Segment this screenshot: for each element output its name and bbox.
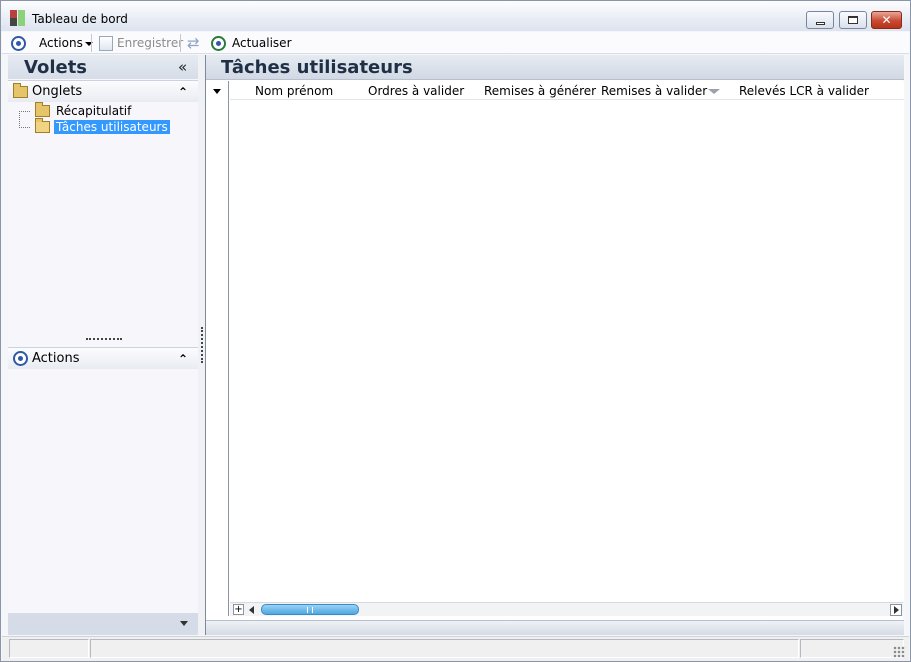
column-header-label: Remises à valider — [601, 84, 708, 98]
splitter-grip — [201, 327, 203, 363]
sync-icon: ⇄ — [187, 34, 200, 52]
thumb-grip — [307, 607, 313, 613]
column-chooser-icon[interactable] — [213, 89, 221, 94]
window-title: Tableau de bord — [32, 12, 128, 26]
sort-icon — [708, 89, 721, 94]
scroll-thumb[interactable] — [261, 604, 359, 615]
add-row-icon[interactable]: + — [233, 604, 244, 615]
close-button[interactable]: ✕ — [871, 11, 902, 29]
close-icon: ✕ — [881, 13, 892, 27]
panel-splitter[interactable] — [198, 55, 205, 635]
main-panel-footer — [206, 620, 904, 635]
column-header-nom-prenom[interactable]: Nom prénom — [255, 84, 333, 98]
chevron-down-icon[interactable] — [180, 621, 188, 626]
main-panel: Tâches utilisateurs Nom prénom Ordres à … — [205, 55, 904, 635]
row-selector-column — [206, 81, 229, 616]
collapse-group-icon[interactable]: ⌃ — [178, 350, 188, 368]
tree-connector — [19, 111, 20, 128]
folder-open-icon — [35, 118, 50, 133]
column-header-ordres-a-valider[interactable]: Ordres à valider — [368, 84, 464, 98]
tree-item-taches-utilisateurs[interactable]: Tâches utilisateurs — [30, 118, 170, 135]
tree-connector — [19, 127, 30, 128]
collapse-group-icon[interactable]: ⌃ — [178, 83, 188, 101]
tree-item-label: Tâches utilisateurs — [54, 120, 170, 134]
page-title: Tâches utilisateurs — [221, 57, 413, 78]
tree-item-recapitulatif[interactable]: Récapitulatif — [30, 102, 133, 119]
actions-menu-label: Actions — [39, 36, 83, 50]
sync-button[interactable]: ⇄ — [187, 35, 203, 51]
column-header-remises-a-valider[interactable]: Remises à valider — [601, 84, 721, 98]
tree-item-label: Récapitulatif — [56, 104, 132, 118]
status-bar — [2, 636, 909, 661]
main-panel-header: Tâches utilisateurs — [206, 55, 904, 80]
maximize-icon — [848, 16, 858, 24]
side-panel-header: Volets « — [8, 55, 198, 79]
toolbar-separator — [91, 34, 92, 52]
column-header-remises-a-generer[interactable]: Remises à générer — [484, 84, 596, 98]
resize-grip-icon[interactable] — [893, 646, 905, 658]
group-header-actions[interactable]: Actions ⌃ — [8, 347, 198, 369]
save-button[interactable]: Enregistrer — [99, 35, 183, 51]
actions-icon-button[interactable] — [11, 35, 26, 51]
save-button-label: Enregistrer — [117, 36, 184, 50]
column-header-releves-lcr-a-valider[interactable]: Relevés LCR à valider — [739, 84, 869, 98]
title-bar[interactable]: Tableau de bord ✕ — [1, 1, 910, 31]
scroll-right-icon[interactable] — [890, 604, 902, 616]
side-panel: Volets « Onglets ⌃ Récapitulatif Tâches … — [8, 55, 198, 635]
tasks-grid: Nom prénom Ordres à valider Remises à gé… — [206, 81, 904, 616]
refresh-icon — [211, 35, 226, 51]
side-panel-title: Volets — [24, 57, 88, 78]
group-resize-grip[interactable] — [86, 338, 122, 341]
grid-header: Nom prénom Ordres à valider Remises à gé… — [230, 81, 904, 100]
save-document-icon — [99, 35, 113, 51]
scroll-left-icon[interactable] — [249, 606, 254, 614]
status-cell — [800, 639, 904, 658]
refresh-button[interactable]: Actualiser — [211, 35, 292, 51]
target-icon — [13, 351, 28, 366]
refresh-button-label: Actualiser — [232, 36, 292, 50]
actions-menu-button[interactable]: Actions — [39, 35, 93, 51]
toolbar-separator — [180, 34, 181, 52]
horizontal-scrollbar[interactable]: + — [230, 602, 903, 616]
group-label: Actions — [32, 351, 80, 366]
maximize-button[interactable] — [839, 11, 867, 29]
minimize-icon — [815, 21, 825, 25]
minimize-button[interactable] — [806, 11, 834, 29]
application-window: Tableau de bord ✕ Actions Enregistrer ⇄ — [0, 0, 911, 662]
folder-icon — [35, 102, 50, 117]
group-label: Onglets — [32, 84, 83, 99]
group-header-onglets[interactable]: Onglets ⌃ — [8, 80, 198, 102]
target-icon — [11, 35, 26, 51]
folder-icon — [13, 82, 28, 98]
collapse-panel-icon[interactable]: « — [178, 58, 187, 76]
tree-connector — [19, 111, 30, 112]
toolbar: Actions Enregistrer ⇄ Actualiser — [2, 32, 909, 54]
status-cell — [90, 639, 799, 658]
status-cell — [9, 639, 89, 658]
side-panel-footer — [8, 613, 198, 635]
app-icon — [10, 10, 26, 26]
